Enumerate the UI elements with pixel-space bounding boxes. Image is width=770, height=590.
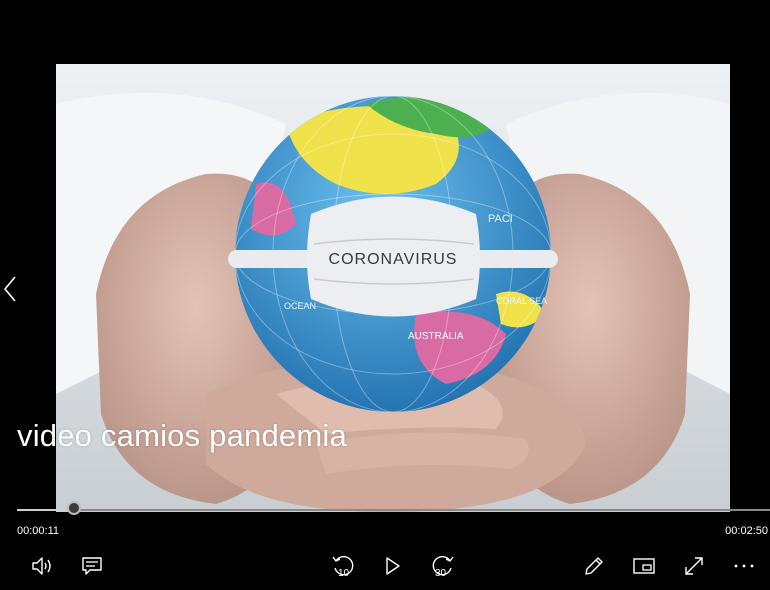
seek-bar[interactable] [17,501,770,515]
skip-forward-seconds: 30 [435,568,447,579]
seek-thumb[interactable] [67,501,81,515]
edit-pen-icon [585,557,603,575]
mask-caption: CORONAVIRUS [329,251,458,268]
subtitles-icon [82,557,102,575]
mini-view-button[interactable] [628,551,660,581]
media-player: CORONAVIRUS PACI OCEAN AUSTRALIA CORAL S… [0,0,770,590]
more-options-button[interactable] [728,551,760,581]
globe-label: AUSTRALIA [408,331,464,342]
skip-back-button[interactable]: 10 [327,551,359,581]
skip-back-seconds: 10 [338,568,350,579]
seek-progress [17,509,74,511]
chevron-left-icon [4,276,16,302]
globe-label: PACI [488,213,513,225]
edit-button[interactable] [578,551,610,581]
current-time: 00:00:11 [17,525,60,537]
fullscreen-icon [685,557,703,575]
play-icon [386,557,400,575]
globe-label: CORAL SEA [496,296,547,306]
play-button[interactable] [377,551,409,581]
mini-view-icon [633,558,655,574]
subtitles-button[interactable] [76,551,108,581]
video-title: video camios pandemia [17,418,347,453]
globe-label: OCEAN [284,301,316,311]
skip-forward-button[interactable]: 30 [427,551,459,581]
previous-button[interactable] [0,272,20,306]
more-options-icon [734,564,754,568]
fullscreen-button[interactable] [678,551,710,581]
total-time: 00:02:50 [725,525,768,537]
volume-button[interactable] [26,551,58,581]
volume-icon [32,557,51,575]
